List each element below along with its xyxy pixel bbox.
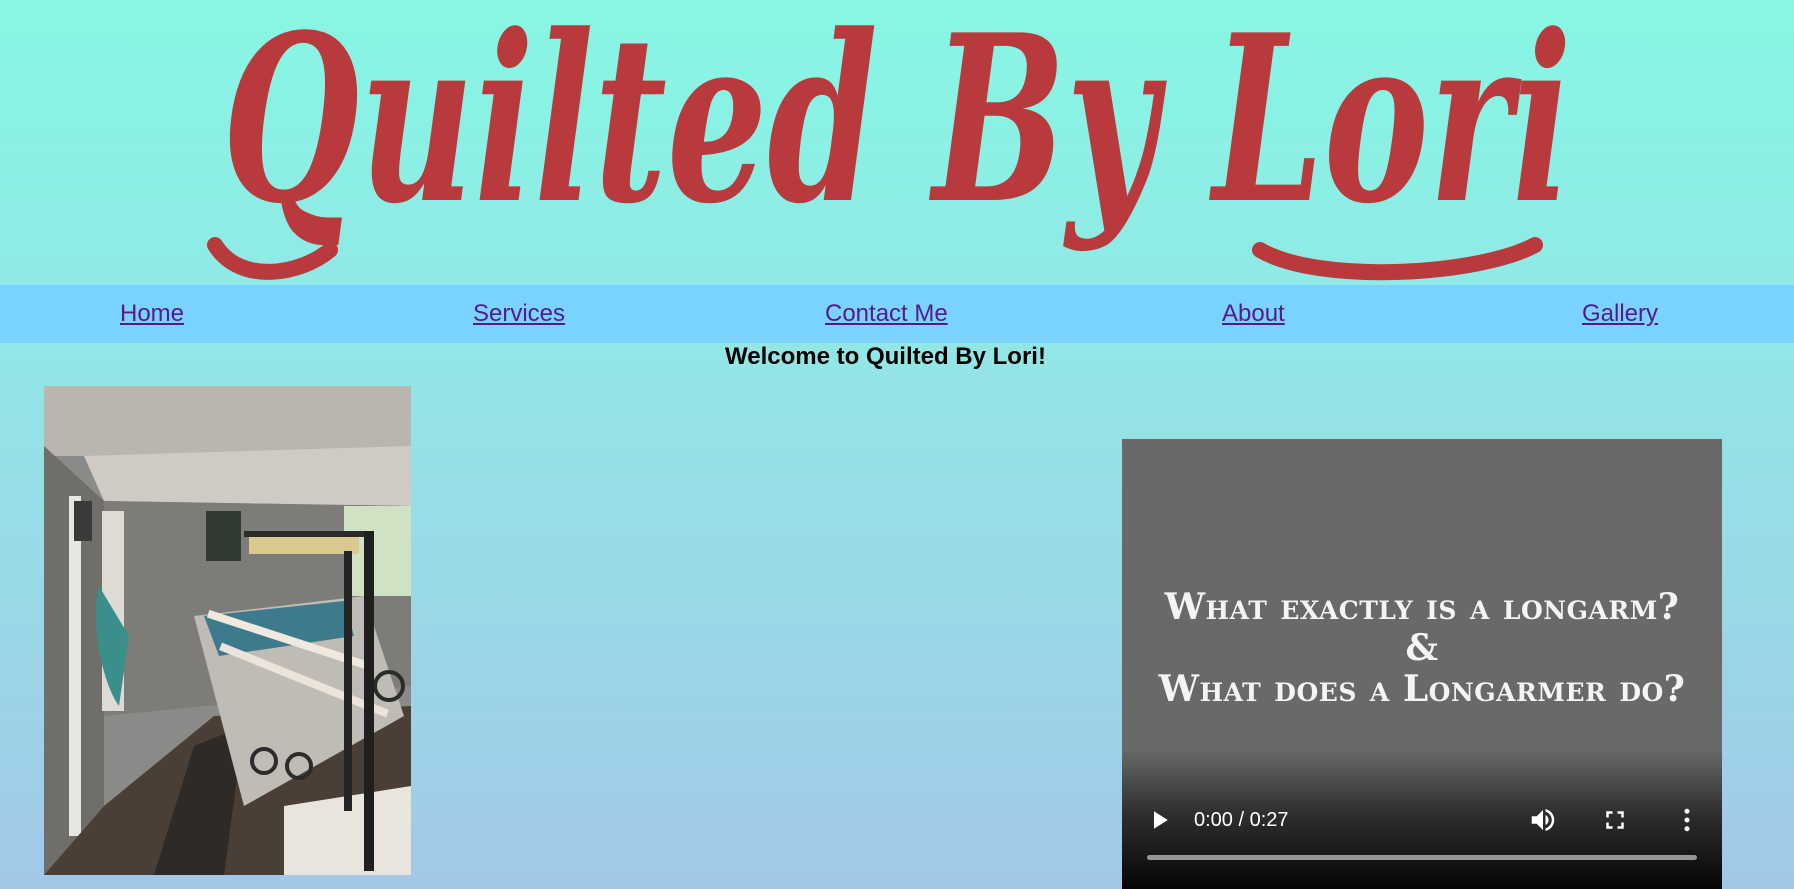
nav-link-gallery[interactable]: Gallery [1582, 300, 1658, 328]
nav-link-services[interactable]: Services [473, 300, 565, 328]
video-title-line: What exactly is a longarm? [1164, 586, 1680, 628]
video-title-card: What exactly is a longarm? & What does a… [1122, 587, 1722, 710]
nav-link-home[interactable]: Home [120, 300, 184, 328]
site-banner: Quilted By Lori [0, 0, 1794, 285]
video-player[interactable]: What exactly is a longarm? & What does a… [1122, 439, 1722, 889]
progress-slider[interactable] [1147, 855, 1697, 860]
time-display: 0:00 / 0:27 [1194, 809, 1289, 831]
video-title-line: What does a Longarmer do? [1158, 668, 1686, 710]
video-title-ampersand: & [1405, 627, 1439, 669]
logo: Quilted By Lori [207, 0, 1572, 281]
more-options-button[interactable] [1672, 805, 1702, 835]
welcome-heading: Welcome to Quilted By Lori! [725, 343, 1046, 370]
main-nav: Home Services Contact Me About Gallery [0, 285, 1794, 343]
play-button[interactable] [1144, 805, 1174, 835]
play-icon [1154, 811, 1168, 829]
logo-text: Quilted By Lori [222, 0, 1572, 255]
nav-link-contact[interactable]: Contact Me [825, 300, 948, 328]
nav-link-about[interactable]: About [1222, 300, 1285, 328]
fullscreen-icon [1606, 811, 1624, 829]
quilting-room-photo [44, 386, 411, 875]
more-options-icon [1684, 808, 1690, 832]
fullscreen-button[interactable] [1600, 805, 1630, 835]
volume-button[interactable] [1528, 805, 1558, 835]
volume-icon [1531, 809, 1555, 831]
photo-image [44, 386, 411, 875]
